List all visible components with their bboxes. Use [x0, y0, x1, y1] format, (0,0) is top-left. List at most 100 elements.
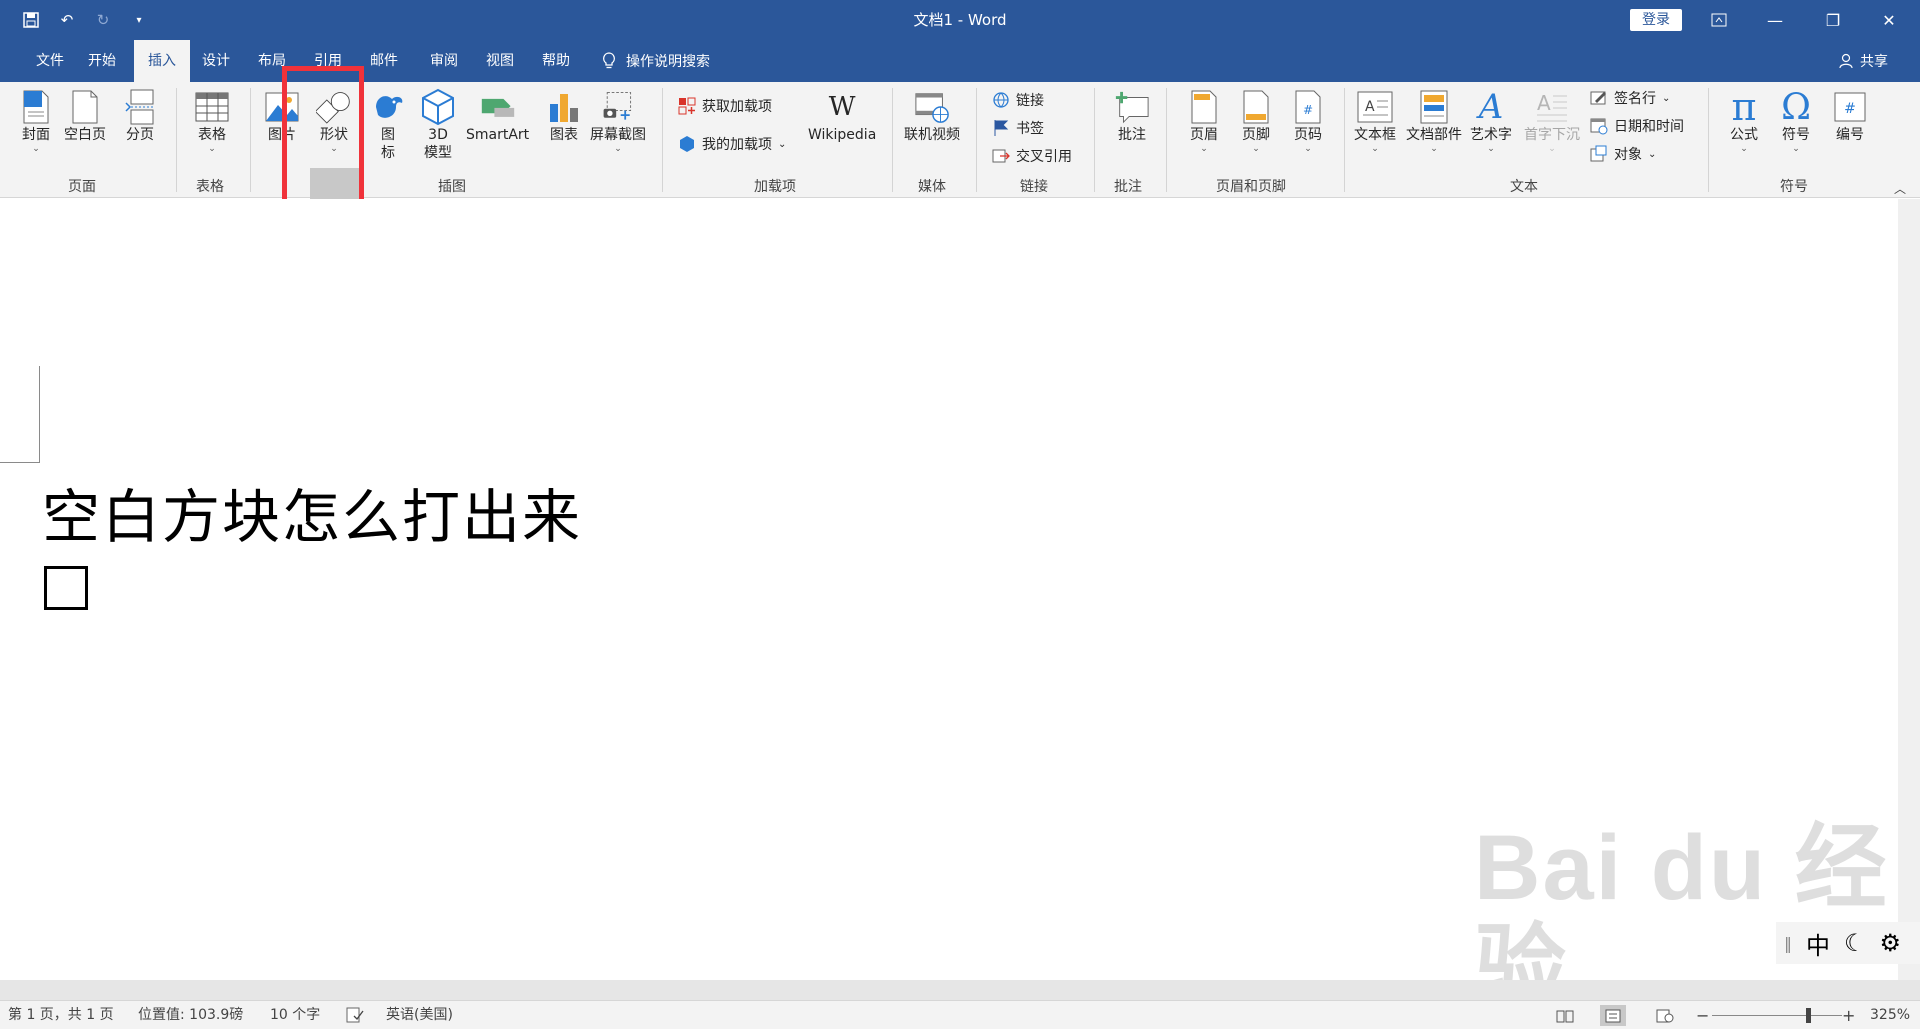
- moon-icon[interactable]: ☾: [1844, 929, 1866, 957]
- undo-icon[interactable]: ↶: [56, 9, 78, 31]
- status-bar: 第 1 页，共 1 页 位置值: 103.9磅 10 个字 英语(美国) − +…: [0, 1000, 1920, 1029]
- share-button[interactable]: 共享: [1838, 40, 1888, 82]
- object-button[interactable]: 对象 ⌄: [1590, 144, 1656, 164]
- tab-review[interactable]: 审阅: [416, 40, 472, 82]
- tab-insert[interactable]: 插入: [134, 40, 190, 82]
- signature-line-button[interactable]: 签名行 ⌄: [1590, 88, 1670, 108]
- minimize-icon[interactable]: —: [1752, 0, 1798, 40]
- cover-page-button[interactable]: 封面 ⌄: [18, 88, 54, 154]
- signature-pen-icon: [1590, 89, 1608, 107]
- get-addins-label: 获取加载项: [702, 99, 772, 115]
- date-time-button[interactable]: 日期和时间: [1590, 116, 1684, 136]
- cover-page-icon: [18, 88, 54, 126]
- cover-page-label: 封面: [22, 127, 50, 143]
- cross-reference-button[interactable]: 交叉引用: [992, 146, 1072, 166]
- close-icon[interactable]: ✕: [1866, 0, 1912, 40]
- bar-chart-icon: [546, 88, 582, 126]
- language-indicator[interactable]: 英语(美国): [386, 1001, 453, 1029]
- smartart-button[interactable]: SmartArt: [466, 88, 529, 144]
- get-addins-button[interactable]: 获取加载项: [678, 96, 772, 116]
- ime-drag-handle[interactable]: ‖: [1784, 934, 1792, 953]
- tab-design[interactable]: 设计: [188, 40, 244, 82]
- wikipedia-icon: W: [828, 92, 856, 122]
- chart-button[interactable]: 图表: [546, 88, 582, 144]
- group-separator: [976, 88, 977, 192]
- login-button[interactable]: 登录: [1630, 9, 1682, 31]
- page-break-button[interactable]: 分页: [122, 88, 158, 144]
- symbol-button[interactable]: Ω 符号 ⌄: [1778, 86, 1814, 155]
- zoom-slider-track[interactable]: [1712, 1015, 1842, 1016]
- comment-button[interactable]: 批注: [1114, 88, 1150, 144]
- wikipedia-button[interactable]: W Wikipedia: [808, 88, 876, 144]
- read-mode-icon[interactable]: [1552, 1005, 1578, 1026]
- chevron-down-icon: ⌄: [1792, 144, 1800, 154]
- zoom-out-icon[interactable]: −: [1696, 1001, 1709, 1029]
- collapse-ribbon-icon[interactable]: ︿: [1894, 180, 1906, 197]
- textbox-icon: A: [1357, 88, 1393, 126]
- link-button[interactable]: 链接: [992, 90, 1044, 110]
- wordart-label: 艺术字: [1470, 127, 1512, 143]
- group-label-pages: 页面: [68, 179, 96, 195]
- online-video-label: 联机视频: [904, 127, 960, 143]
- quick-parts-label: 文档部件: [1406, 127, 1462, 143]
- my-addins-button[interactable]: 我的加载项 ⌄: [678, 134, 786, 154]
- tab-view[interactable]: 视图: [472, 40, 528, 82]
- icons-button[interactable]: 图 标: [370, 88, 406, 162]
- gear-icon[interactable]: ⚙: [1880, 929, 1902, 957]
- zoom-slider-thumb[interactable]: [1806, 1008, 1811, 1023]
- my-addins-label: 我的加载项: [702, 137, 772, 153]
- page-number-icon: #: [1290, 88, 1326, 126]
- blank-page-icon: [67, 88, 103, 126]
- drop-cap-label: 首字下沉: [1524, 127, 1580, 143]
- footer-button[interactable]: 页脚 ⌄: [1238, 88, 1274, 154]
- smartart-label: SmartArt: [466, 127, 530, 143]
- page-number-button[interactable]: # 页码 ⌄: [1290, 88, 1326, 154]
- table-button[interactable]: 表格 ⌄: [194, 88, 230, 154]
- zoom-in-icon[interactable]: +: [1842, 1001, 1855, 1029]
- page-count[interactable]: 第 1 页，共 1 页: [8, 1001, 114, 1029]
- word-count[interactable]: 10 个字: [270, 1001, 320, 1029]
- wordart-button[interactable]: A 艺术字 ⌄: [1470, 87, 1512, 154]
- cube-icon: [420, 88, 456, 126]
- svg-text:#: #: [1844, 101, 1856, 117]
- number-button[interactable]: # 编号: [1832, 88, 1868, 144]
- ime-mode-toggle[interactable]: 中: [1806, 926, 1830, 961]
- document-area[interactable]: [0, 199, 1898, 980]
- equation-button[interactable]: π 公式 ⌄: [1726, 85, 1762, 154]
- customize-icon[interactable]: ▾: [128, 9, 150, 31]
- date-time-label: 日期和时间: [1614, 119, 1684, 135]
- drop-cap-button[interactable]: A 首字下沉 ⌄: [1524, 88, 1580, 154]
- ribbon-display-options-icon[interactable]: [1696, 0, 1742, 40]
- position-value: 位置值: 103.9磅: [138, 1007, 244, 1023]
- omega-icon: Ω: [1781, 86, 1811, 128]
- wikipedia-label: Wikipedia: [808, 127, 877, 143]
- online-video-button[interactable]: 联机视频: [904, 88, 960, 144]
- document-text-heading[interactable]: 空白方块怎么打出来: [42, 470, 582, 554]
- group-separator: [176, 88, 177, 192]
- restore-icon[interactable]: ❐: [1810, 0, 1856, 40]
- tab-file[interactable]: 文件: [22, 40, 78, 82]
- tab-mailings[interactable]: 邮件: [356, 40, 412, 82]
- tell-me-search[interactable]: 操作说明搜索: [602, 40, 710, 82]
- 3d-models-button[interactable]: 3D 模型: [420, 88, 456, 162]
- screenshot-button[interactable]: 屏幕截图 ⌄: [590, 88, 646, 154]
- proofing-icon[interactable]: [346, 1001, 364, 1029]
- blank-page-button[interactable]: 空白页: [64, 88, 106, 144]
- link-icon: [992, 91, 1010, 109]
- lightbulb-icon: [603, 52, 615, 69]
- addins-cube-icon: [678, 135, 696, 153]
- web-layout-icon[interactable]: [1652, 1005, 1678, 1026]
- tab-help[interactable]: 帮助: [528, 40, 584, 82]
- zoom-level[interactable]: 325%: [1870, 1001, 1910, 1029]
- save-icon[interactable]: [20, 9, 42, 31]
- page-number-label: 页码: [1294, 127, 1322, 143]
- redo-icon[interactable]: ↻: [92, 9, 114, 31]
- textbox-button[interactable]: A 文本框 ⌄: [1354, 88, 1396, 154]
- print-layout-icon[interactable]: [1600, 1005, 1626, 1026]
- tab-home[interactable]: 开始: [74, 40, 130, 82]
- bookmark-button[interactable]: 书签: [992, 118, 1044, 138]
- quick-parts-button[interactable]: 文档部件 ⌄: [1406, 88, 1462, 154]
- vertical-scrollbar[interactable]: [1898, 199, 1920, 980]
- header-button[interactable]: 页眉 ⌄: [1186, 88, 1222, 154]
- document-square-symbol[interactable]: [44, 566, 88, 610]
